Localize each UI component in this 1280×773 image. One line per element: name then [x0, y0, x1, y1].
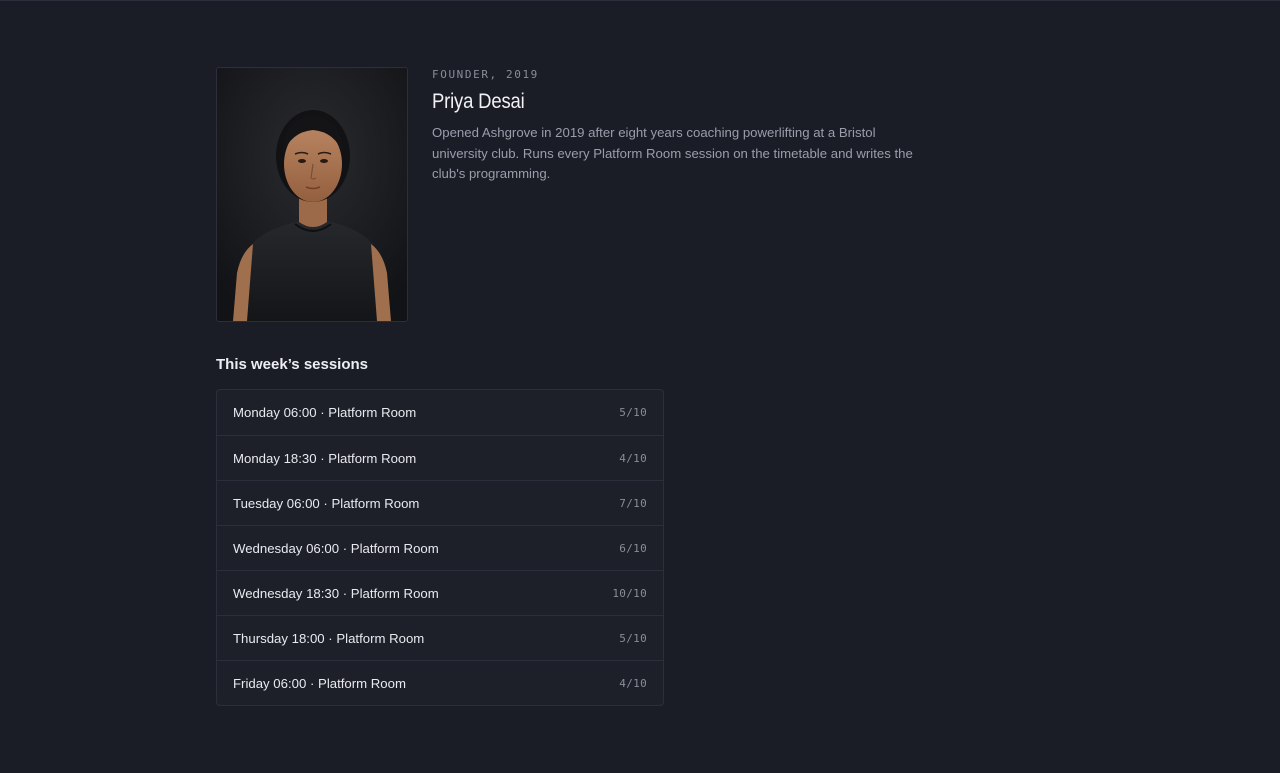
session-row[interactable]: Monday 06:00 · Platform Room 5/10 [217, 390, 663, 435]
profile-bio: FOUNDER, 2019 Priya Desai Opened Ashgrov… [432, 67, 932, 185]
session-capacity: 4/10 [619, 676, 647, 690]
session-capacity: 4/10 [619, 451, 647, 465]
session-capacity: 5/10 [619, 406, 647, 419]
session-label: Monday 18:30 · Platform Room [233, 450, 417, 466]
profile-photo [216, 67, 408, 322]
session-label: Thursday 18:00 · Platform Room [233, 630, 425, 646]
session-capacity: 5/10 [619, 631, 647, 645]
session-row[interactable]: Wednesday 06:00 · Platform Room 6/10 [217, 525, 663, 570]
sessions-heading: This week’s sessions [216, 356, 369, 373]
session-label: Monday 06:00 · Platform Room [233, 405, 417, 420]
session-label: Tuesday 06:00 · Platform Room [233, 495, 420, 511]
session-row[interactable]: Monday 18:30 · Platform Room 4/10 [217, 435, 663, 480]
profile-description: Opened Ashgrove in 2019 after eight year… [432, 125, 913, 181]
session-capacity: 10/10 [612, 586, 647, 600]
role-eyebrow: FOUNDER, 2019 [432, 68, 539, 81]
session-list: Monday 06:00 · Platform Room 5/10 Monday… [216, 389, 664, 706]
session-row[interactable]: Wednesday 18:30 · Platform Room 10/10 [217, 570, 663, 615]
session-row[interactable]: Tuesday 06:00 · Platform Room 7/10 [217, 480, 663, 525]
session-label: Wednesday 06:00 · Platform Room [233, 540, 439, 556]
founder-section: FOUNDER, 2019 Priya Desai Opened Ashgrov… [216, 67, 936, 706]
top-divider [0, 0, 1280, 1]
session-capacity: 6/10 [619, 541, 647, 555]
session-capacity: 7/10 [619, 496, 647, 510]
session-row[interactable]: Thursday 18:00 · Platform Room 5/10 [217, 615, 663, 660]
session-label: Friday 06:00 · Platform Room [233, 675, 406, 691]
session-label: Wednesday 18:30 · Platform Room [233, 585, 439, 601]
profile-name: Priya Desai [432, 90, 525, 113]
profile-card: FOUNDER, 2019 Priya Desai Opened Ashgrov… [216, 67, 936, 322]
session-row[interactable]: Friday 06:00 · Platform Room 4/10 [217, 660, 663, 705]
